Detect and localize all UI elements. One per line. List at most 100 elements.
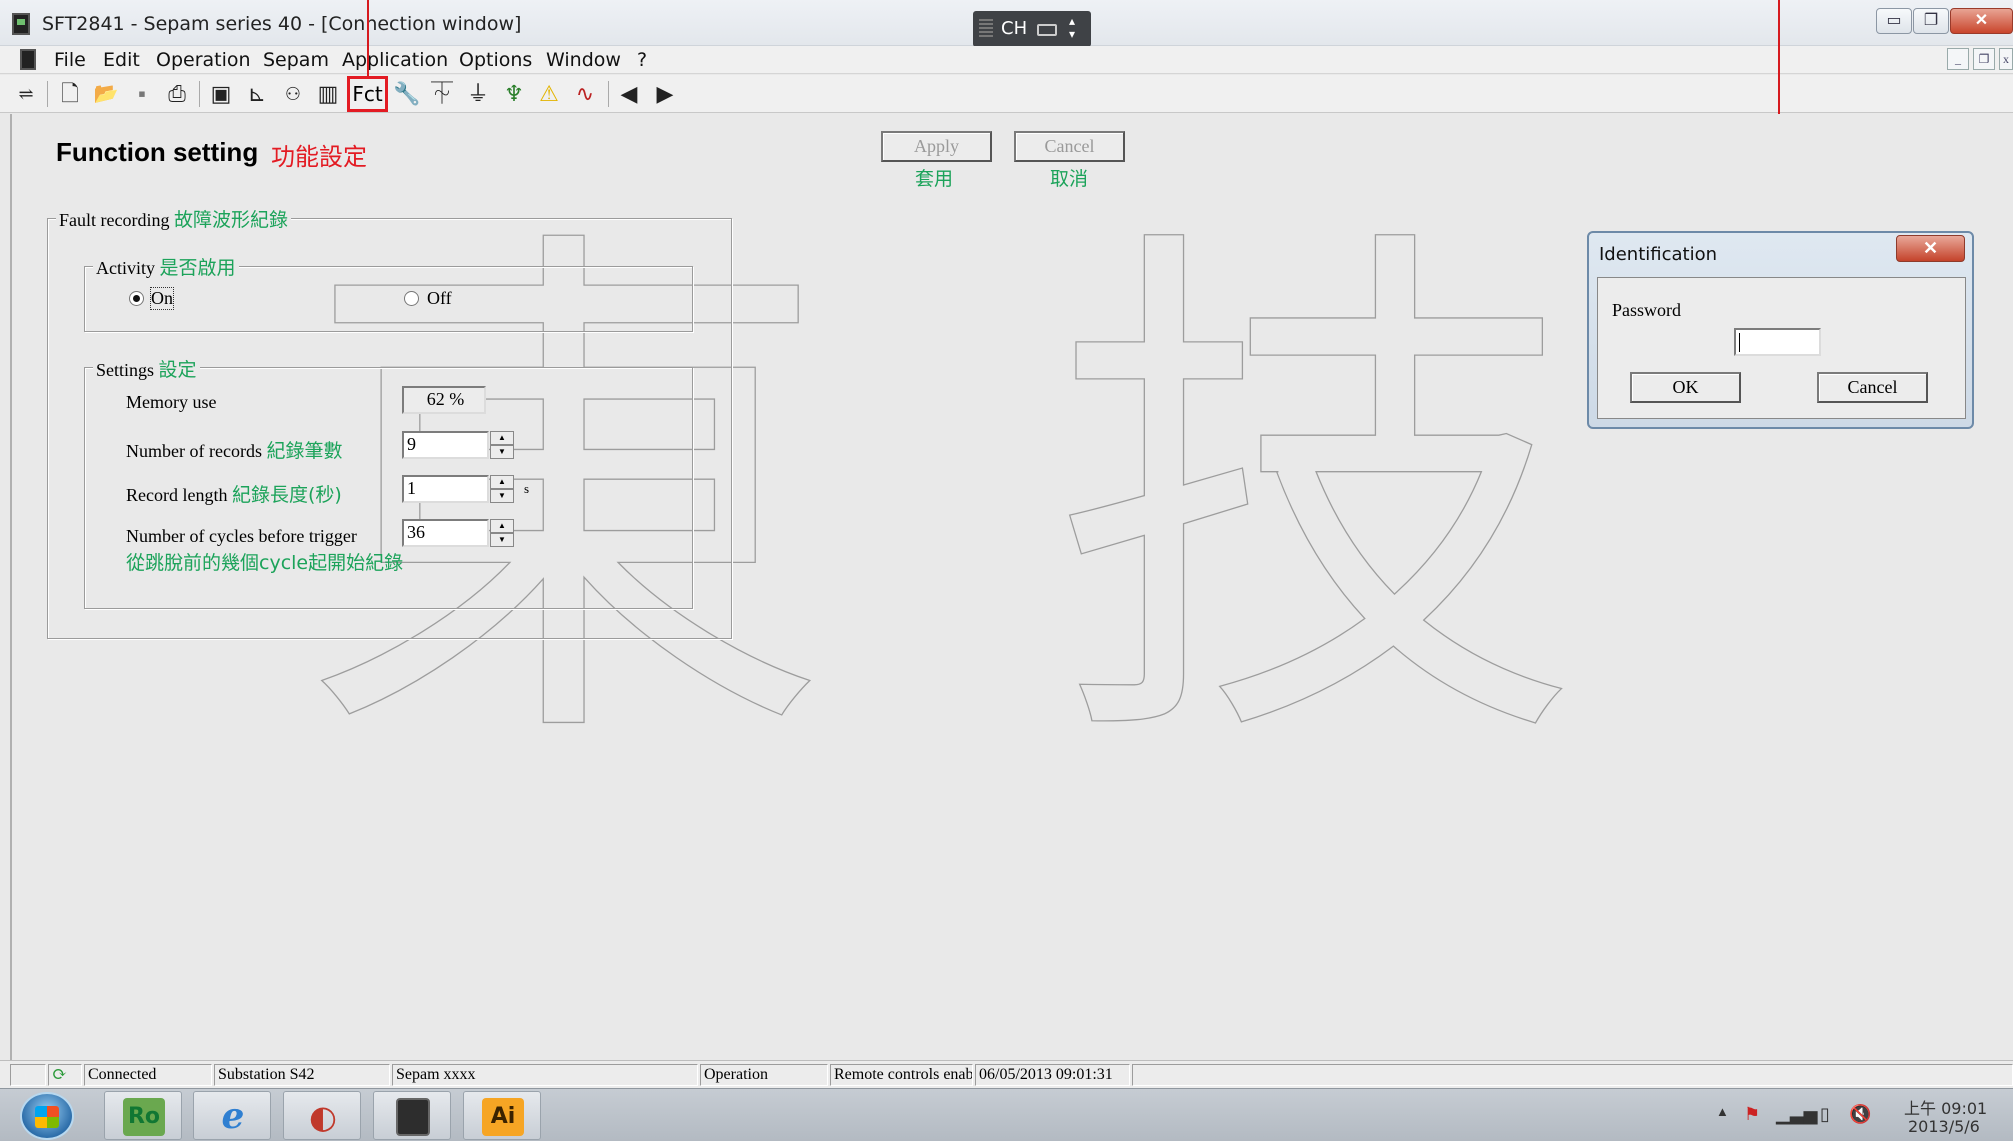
- text-cursor: [1739, 333, 1740, 353]
- cycles-stepper[interactable]: ▲ ▼: [490, 519, 514, 548]
- cycles-input[interactable]: 36: [402, 519, 489, 547]
- record-length-stepper[interactable]: ▲ ▼: [490, 475, 514, 504]
- menu-edit[interactable]: Edit: [103, 49, 140, 71]
- menu-file[interactable]: File: [54, 49, 86, 71]
- ccleaner-icon: ◐: [309, 1098, 337, 1136]
- taskbar-app-illustrator[interactable]: Ai: [463, 1091, 541, 1140]
- cycles-label: Number of cycles before trigger: [126, 526, 357, 546]
- volume-muted-icon[interactable]: 🔇: [1849, 1104, 1871, 1125]
- document-icon[interactable]: [20, 49, 36, 70]
- record-length-label: Record length 紀錄長度(秒): [126, 484, 342, 506]
- close-button[interactable]: ✕: [1950, 8, 2013, 34]
- tree-icon[interactable]: ⏚: [464, 80, 492, 108]
- menu-options[interactable]: Options: [459, 49, 532, 71]
- apply-cn-label: 套用: [915, 168, 954, 190]
- status-blank: [10, 1064, 46, 1086]
- grip-icon[interactable]: [979, 19, 993, 39]
- waveform-icon[interactable]: ∿: [571, 80, 599, 108]
- wrench-icon[interactable]: 🔧: [393, 80, 421, 108]
- table-icon[interactable]: ▥: [314, 80, 342, 108]
- records-input[interactable]: 9: [402, 431, 489, 459]
- new-file-icon[interactable]: 🗋: [56, 80, 84, 108]
- menu-window[interactable]: Window: [546, 49, 621, 71]
- cycles-cn: 從跳脫前的幾個cycle起開始紀錄: [126, 552, 404, 574]
- title-bar: SFT2841 - Sepam series 40 - [Connection …: [0, 0, 2013, 47]
- activity-cn: 是否啟用: [159, 257, 236, 279]
- taskbar-app-ccleaner[interactable]: ◐: [283, 1091, 361, 1140]
- logic-icon[interactable]: ♆: [500, 80, 528, 108]
- dialog-cancel-button[interactable]: Cancel: [1817, 372, 1928, 403]
- status-blank-right: [1132, 1064, 2013, 1086]
- network-icon[interactable]: ⚇: [279, 80, 307, 108]
- status-datetime: 06/05/2013 09:01:31: [975, 1064, 1130, 1086]
- ro-app-icon: Ro: [123, 1098, 165, 1136]
- ime-options-icon[interactable]: ▴ ▾: [1069, 15, 1075, 41]
- function-setting-button[interactable]: Fct: [347, 76, 388, 112]
- back-icon[interactable]: ◀: [615, 80, 643, 108]
- sft2841-icon: [396, 1098, 430, 1136]
- mdi-close-button[interactable]: x: [1999, 48, 2013, 70]
- password-input[interactable]: [1734, 328, 1821, 356]
- activity-on-label[interactable]: On: [150, 287, 174, 310]
- ime-language-bar[interactable]: CH ▴ ▾: [973, 11, 1091, 47]
- fault-recording-legend: Fault recording 故障波形紀錄: [56, 205, 291, 232]
- mdi-restore-button[interactable]: ❐: [1973, 48, 1995, 70]
- record-length-unit: s: [524, 481, 530, 496]
- records-stepper[interactable]: ▲ ▼: [490, 431, 514, 460]
- ok-button[interactable]: OK: [1630, 372, 1741, 403]
- settings-label: Settings: [96, 360, 155, 380]
- connect-icon[interactable]: ⇌: [12, 80, 40, 108]
- start-button[interactable]: [20, 1092, 74, 1140]
- warning-icon[interactable]: ⚠: [535, 80, 563, 108]
- taskbar-app-ro[interactable]: Ro: [104, 1091, 182, 1140]
- clock-date[interactable]: 2013/5/6: [1908, 1117, 1980, 1136]
- maximize-button[interactable]: ❐: [1913, 8, 1949, 34]
- status-substation: Substation S42: [214, 1064, 390, 1086]
- page-title-cn: 功能設定: [271, 143, 367, 171]
- menu-application[interactable]: Application: [342, 49, 448, 71]
- dialog-close-button[interactable]: ✕: [1896, 235, 1965, 262]
- annotation-line-fct: [367, 0, 369, 76]
- print-icon[interactable]: ⎙: [163, 80, 191, 108]
- activity-label: Activity: [96, 258, 155, 278]
- window-title: SFT2841 - Sepam series 40 - [Connection …: [42, 13, 522, 35]
- mdi-minimize-button[interactable]: _: [1947, 48, 1969, 70]
- clock-time[interactable]: 上午 09:01: [1904, 1095, 1987, 1119]
- minimize-button[interactable]: ▭: [1876, 8, 1912, 34]
- action-center-icon[interactable]: ⚑: [1744, 1104, 1760, 1125]
- memory-use-label: Memory use: [126, 392, 217, 412]
- activity-off-radio[interactable]: [404, 291, 419, 306]
- refresh-icon[interactable]: ⟳: [48, 1064, 82, 1086]
- open-folder-icon[interactable]: 📂: [92, 80, 120, 108]
- internet-explorer-icon: ℯ: [221, 1096, 245, 1137]
- sepam-unit-icon[interactable]: ▣: [207, 80, 235, 108]
- taskbar-app-ie[interactable]: ℯ: [193, 1091, 271, 1140]
- activity-on-radio[interactable]: [129, 291, 144, 306]
- battery-icon[interactable]: ▯: [1820, 1104, 1830, 1125]
- keyboard-icon[interactable]: [1037, 24, 1057, 36]
- memory-use-value: 62 %: [402, 386, 486, 414]
- toolbar: ⇌ 🗋 📂 ▪ ⎙ ▣ ⊾ ⚇ ▥ Fct 🔧 ⏇ ⏚ ♆ ⚠ ∿ ◀ ▶: [0, 75, 2013, 113]
- status-bar: ⟳ Connected Substation S42 Sepam xxxx Op…: [0, 1060, 2013, 1088]
- ime-language[interactable]: CH: [1001, 18, 1027, 39]
- taskbar-app-sft2841[interactable]: [373, 1091, 451, 1140]
- hardware-icon[interactable]: ⏇: [428, 80, 456, 108]
- menu-bar: File Edit Operation Sepam Application Op…: [0, 46, 2013, 74]
- app-icon[interactable]: [12, 13, 30, 35]
- cancel-button[interactable]: Cancel: [1014, 131, 1125, 162]
- network-signal-icon[interactable]: ▁▃▅: [1776, 1104, 1818, 1125]
- apply-button[interactable]: Apply: [881, 131, 992, 162]
- menu-sepam[interactable]: Sepam: [263, 49, 329, 71]
- records-label: Number of records 紀錄筆數: [126, 440, 343, 462]
- menu-help[interactable]: ?: [637, 49, 647, 71]
- dialog-title: Identification: [1599, 244, 1718, 265]
- forward-icon[interactable]: ▶: [651, 80, 679, 108]
- record-length-input[interactable]: 1: [402, 475, 489, 503]
- menu-operation[interactable]: Operation: [156, 49, 251, 71]
- show-hidden-icons-icon[interactable]: ▲: [1716, 1104, 1729, 1120]
- curve-icon[interactable]: ⊾: [243, 80, 271, 108]
- taskbar: Ro ℯ ◐ Ai ▲ ⚑ ▁▃▅ ▯ 🔇 上午 09:01 2013/5/6: [0, 1088, 2013, 1141]
- save-icon[interactable]: ▪: [128, 80, 156, 108]
- activity-off-label[interactable]: Off: [427, 288, 452, 309]
- illustrator-icon: Ai: [482, 1098, 524, 1136]
